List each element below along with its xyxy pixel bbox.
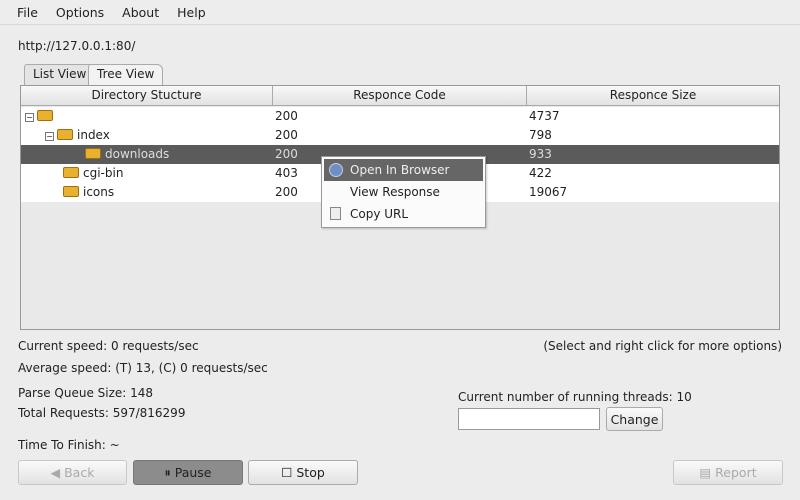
running-threads: Current number of running threads: 10 (458, 390, 692, 404)
menu-file[interactable]: File (17, 5, 38, 20)
menu-item-open-in-browser[interactable]: Open In Browser (324, 159, 483, 181)
column-header-size[interactable]: Responce Size (527, 86, 779, 106)
hint-text: (Select and right click for more options… (543, 339, 782, 353)
menu-about[interactable]: About (122, 5, 159, 20)
back-button[interactable]: ◀ Back (18, 460, 127, 485)
menu-options[interactable]: Options (56, 5, 104, 20)
stop-button[interactable]: ☐ Stop (248, 460, 358, 485)
table-row[interactable]: − 200 4737 (21, 107, 779, 126)
collapse-icon[interactable]: − (45, 132, 54, 141)
change-button[interactable]: Change (606, 407, 663, 431)
folder-icon (85, 148, 101, 159)
report-icon: ▤ (699, 465, 716, 480)
folder-icon (57, 129, 73, 140)
target-url: http://127.0.0.1:80/ (18, 39, 136, 53)
menu-help[interactable]: Help (177, 5, 206, 20)
context-menu: Open In Browser View Response Copy URL (321, 156, 486, 228)
parse-queue-size: Parse Queue Size: 148 (18, 386, 154, 400)
menu-item-view-response[interactable]: View Response (324, 181, 483, 203)
folder-icon (63, 167, 79, 178)
threads-input[interactable] (458, 408, 600, 430)
report-button[interactable]: ▤ Report (673, 460, 783, 485)
stop-icon: ☐ (281, 465, 297, 480)
average-speed: Average speed: (T) 13, (C) 0 requests/se… (18, 361, 268, 375)
current-speed: Current speed: 0 requests/sec (18, 339, 199, 353)
copy-icon (330, 207, 341, 220)
folder-icon (37, 110, 53, 121)
folder-icon (63, 186, 79, 197)
column-header-code[interactable]: Responce Code (273, 86, 527, 106)
time-to-finish: Time To Finish: ~ (18, 438, 120, 452)
collapse-icon[interactable]: − (25, 113, 34, 122)
tab-list-view[interactable]: List View (24, 64, 96, 85)
globe-icon (329, 163, 343, 177)
menu-item-copy-url[interactable]: Copy URL (324, 203, 483, 225)
pause-button[interactable]: ⏸ Pause (133, 460, 243, 485)
tab-tree-view[interactable]: Tree View (88, 64, 164, 85)
table-row[interactable]: − index 200 798 (21, 126, 779, 145)
menu-bar: File Options About Help (0, 0, 800, 25)
back-arrow-icon: ◀ (50, 465, 65, 480)
pause-icon: ⏸ (164, 465, 175, 480)
column-header-directory[interactable]: Directory Stucture (21, 86, 273, 106)
total-requests: Total Requests: 597/816299 (18, 406, 186, 420)
